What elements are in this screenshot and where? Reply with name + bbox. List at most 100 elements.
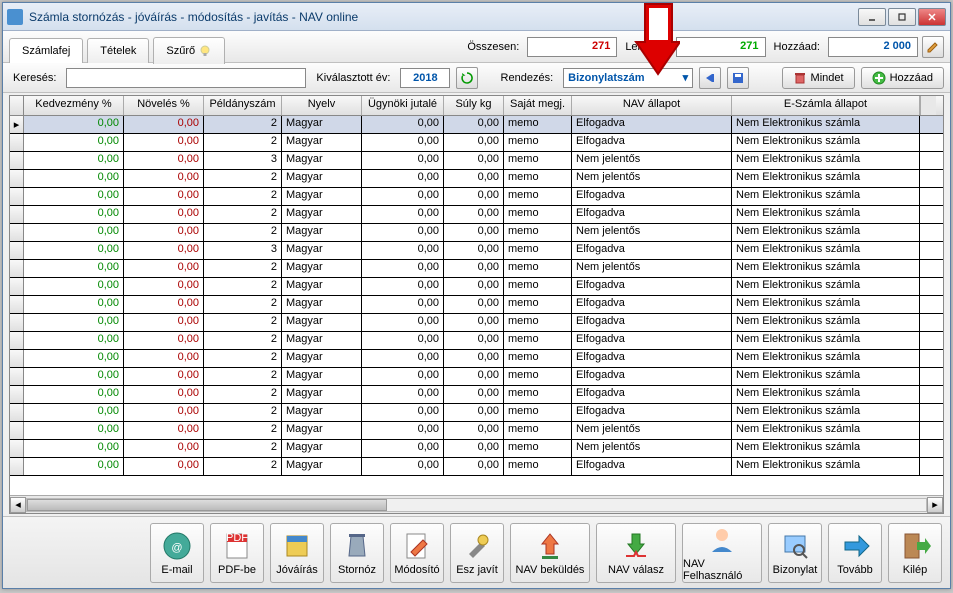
navfelhasznalo-button[interactable]: NAV Felhasználó [682, 523, 762, 583]
cell-jutalek: 0,00 [362, 332, 444, 349]
col-peldanyszam[interactable]: Példányszám [204, 96, 282, 115]
scroll-right-icon[interactable]: ▸ [927, 497, 943, 513]
cell-jutalek: 0,00 [362, 440, 444, 457]
row-handle[interactable] [10, 332, 24, 349]
row-handle[interactable] [10, 152, 24, 169]
row-handle[interactable] [10, 188, 24, 205]
table-row[interactable]: 0,000,002Magyar0,000,00memoElfogadvaNem … [10, 134, 943, 152]
row-handle[interactable] [10, 368, 24, 385]
jovairas-button[interactable]: Jóváírás [270, 523, 324, 583]
table-row[interactable]: 0,000,002Magyar0,000,00memoNem jelentősN… [10, 422, 943, 440]
table-row[interactable]: 0,000,002Magyar0,000,00memoElfogadvaNem … [10, 332, 943, 350]
cell-eszamla: Nem Elektronikus számla [732, 278, 920, 295]
cell-kedvezmeny: 0,00 [24, 422, 124, 439]
table-row[interactable]: ▸0,000,002Magyar0,000,00memoElfogadvaNem… [10, 116, 943, 134]
row-handle[interactable] [10, 242, 24, 259]
row-handle[interactable] [10, 314, 24, 331]
grid-body[interactable]: ▸0,000,002Magyar0,000,00memoElfogadvaNem… [10, 116, 943, 495]
row-handle[interactable] [10, 134, 24, 151]
scroll-left-icon[interactable]: ◂ [10, 497, 26, 513]
eszjavit-button[interactable]: Esz javít [450, 523, 504, 583]
email-button[interactable]: @E-mail [150, 523, 204, 583]
tab-szuro[interactable]: Szűrő [153, 37, 225, 64]
row-handle[interactable] [10, 350, 24, 367]
cell-jutalek: 0,00 [362, 278, 444, 295]
cell-suly: 0,00 [444, 170, 504, 187]
cell-noveles: 0,00 [124, 278, 204, 295]
row-handle[interactable]: ▸ [10, 116, 24, 133]
refresh-icon-button[interactable] [456, 67, 478, 89]
sort-select[interactable]: Bizonylatszám ▾ [563, 68, 693, 88]
col-eszamla[interactable]: E-Számla állapot [732, 96, 920, 115]
cell-megj: memo [504, 152, 572, 169]
table-row[interactable]: 0,000,002Magyar0,000,00memoElfogadvaNem … [10, 404, 943, 422]
col-navallapot[interactable]: NAV állapot [572, 96, 732, 115]
nav-first-icon-button[interactable] [699, 67, 721, 89]
navvalasz-button[interactable]: NAV válasz [596, 523, 676, 583]
col-suly[interactable]: Súly kg [444, 96, 504, 115]
year-input[interactable] [400, 68, 450, 88]
search-input[interactable] [66, 68, 306, 88]
tovabb-button[interactable]: Tovább [828, 523, 882, 583]
cell-jutalek: 0,00 [362, 314, 444, 331]
table-row[interactable]: 0,000,002Magyar0,000,00memoElfogadvaNem … [10, 206, 943, 224]
table-row[interactable]: 0,000,002Magyar0,000,00memoElfogadvaNem … [10, 314, 943, 332]
trash-icon [793, 71, 807, 85]
col-nyelv[interactable]: Nyelv [282, 96, 362, 115]
table-row[interactable]: 0,000,002Magyar0,000,00memoElfogadvaNem … [10, 458, 943, 476]
row-handle[interactable] [10, 260, 24, 277]
col-kedvezmeny[interactable]: Kedvezmény % [24, 96, 124, 115]
row-handle[interactable] [10, 458, 24, 475]
stornoz-button[interactable]: Stornóz [330, 523, 384, 583]
table-row[interactable]: 0,000,002Magyar0,000,00memoElfogadvaNem … [10, 278, 943, 296]
row-handle[interactable] [10, 386, 24, 403]
cell-megj: memo [504, 170, 572, 187]
row-handle[interactable] [10, 224, 24, 241]
col-sajatmegj[interactable]: Saját megj. [504, 96, 572, 115]
tab-tetelek[interactable]: Tételek [87, 38, 149, 63]
cell-suly: 0,00 [444, 332, 504, 349]
hozzaad-button[interactable]: Hozzáad [861, 67, 944, 89]
row-handle[interactable] [10, 404, 24, 421]
edit-icon-button[interactable] [922, 36, 944, 58]
row-handle[interactable] [10, 278, 24, 295]
row-handle[interactable] [10, 206, 24, 223]
table-row[interactable]: 0,000,002Magyar0,000,00memoElfogadvaNem … [10, 386, 943, 404]
minimize-button[interactable] [858, 8, 886, 26]
cell-navallapot: Elfogadva [572, 314, 732, 331]
horizontal-scrollbar[interactable]: ◂ ▸ [10, 495, 943, 513]
table-row[interactable]: 0,000,002Magyar0,000,00memoElfogadvaNem … [10, 188, 943, 206]
row-handle[interactable] [10, 440, 24, 457]
table-row[interactable]: 0,000,002Magyar0,000,00memoElfogadvaNem … [10, 350, 943, 368]
table-row[interactable]: 0,000,002Magyar0,000,00memoNem jelentősN… [10, 170, 943, 188]
tab-szamlafej[interactable]: Számlafej [9, 38, 83, 63]
hozzaad-value[interactable]: 2 000 [828, 37, 918, 57]
col-noveles[interactable]: Növelés % [124, 96, 204, 115]
table-row[interactable]: 0,000,002Magyar0,000,00memoNem jelentősN… [10, 440, 943, 458]
col-ugynoki[interactable]: Ügynöki jutalé [362, 96, 444, 115]
mindet-button[interactable]: Mindet [782, 67, 855, 89]
close-button[interactable] [918, 8, 946, 26]
bizonylat-button[interactable]: Bizonylat [768, 523, 822, 583]
table-row[interactable]: 0,000,003Magyar0,000,00memoNem jelentősN… [10, 152, 943, 170]
navbekuldes-button[interactable]: NAV beküldés [510, 523, 590, 583]
table-row[interactable]: 0,000,002Magyar0,000,00memoElfogadvaNem … [10, 296, 943, 314]
row-handle[interactable] [10, 422, 24, 439]
table-row[interactable]: 0,000,002Magyar0,000,00memoNem jelentősN… [10, 224, 943, 242]
pdfbe-button[interactable]: PDFPDF-be [210, 523, 264, 583]
maximize-button[interactable] [888, 8, 916, 26]
scrollbar-track[interactable] [26, 498, 927, 512]
toolbar-tabs: Számlafej Tételek Szűrő Összesen: 271 Le… [3, 31, 950, 63]
cell-nyelv: Magyar [282, 188, 362, 205]
cell-suly: 0,00 [444, 152, 504, 169]
table-row[interactable]: 0,000,002Magyar0,000,00memoNem jelentősN… [10, 260, 943, 278]
row-handle[interactable] [10, 170, 24, 187]
nav-save-icon-button[interactable] [727, 67, 749, 89]
row-handle[interactable] [10, 296, 24, 313]
table-row[interactable]: 0,000,003Magyar0,000,00memoElfogadvaNem … [10, 242, 943, 260]
modosito-button[interactable]: Módosító [390, 523, 444, 583]
table-row[interactable]: 0,000,002Magyar0,000,00memoElfogadvaNem … [10, 368, 943, 386]
scrollbar-thumb[interactable] [27, 499, 387, 511]
kilep-button[interactable]: Kilép [888, 523, 942, 583]
cell-jutalek: 0,00 [362, 224, 444, 241]
